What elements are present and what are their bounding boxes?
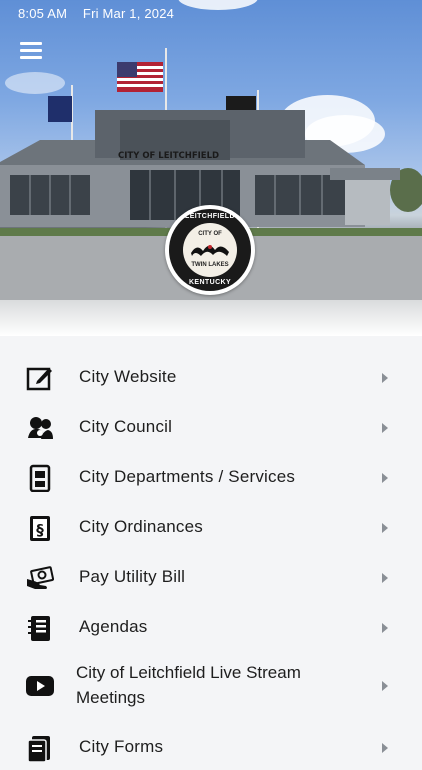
chevron-right-icon (382, 743, 388, 753)
status-time: 8:05 AM (18, 6, 68, 21)
main-menu-list: City Website City Council City Departmen… (0, 336, 422, 762)
header-photo: CITY OF LEITCHFIELD 8:05 AM Fri Mar 1, 2… (0, 0, 422, 336)
chevron-right-icon (382, 523, 388, 533)
menu-item-label-line1: City of Leitchfield Live Stream (76, 663, 301, 682)
menu-item-label: Agendas (79, 617, 148, 636)
menu-item-label: City Council (79, 417, 173, 436)
edit-icon (26, 367, 52, 391)
menu-item-label: City Forms (79, 737, 164, 756)
status-bar: 8:05 AM Fri Mar 1, 2024 (18, 6, 186, 21)
menu-item-live-stream-meetings[interactable]: City of Leitchfield Live Stream Meetings (0, 658, 422, 714)
chevron-right-icon (382, 423, 388, 433)
cloud (178, 0, 258, 10)
chevron-right-icon (382, 573, 388, 583)
menu-item-city-departments[interactable]: City Departments / Services (0, 458, 422, 498)
menu-item-city-website[interactable]: City Website (0, 358, 422, 398)
council-icon (28, 417, 53, 439)
menu-item-label-line2: Meetings (76, 688, 145, 707)
menu-item-city-forms[interactable]: City Forms (0, 730, 422, 770)
cash-icon (27, 566, 54, 589)
menu-item-label: City of Leitchfield Live Stream Meetings (76, 660, 356, 710)
seal-emblem-icon (191, 245, 229, 256)
menu-item-city-council[interactable]: City Council (0, 408, 422, 448)
chevron-right-icon (382, 681, 388, 691)
chevron-right-icon (382, 473, 388, 483)
menu-item-label: City Departments / Services (79, 467, 296, 486)
seal-inner-bottom-text: TWIN LAKES (191, 262, 229, 268)
menu-item-pay-utility-bill[interactable]: Pay Utility Bill (0, 558, 422, 598)
building-sign: CITY OF LEITCHFIELD (118, 151, 219, 161)
menu-item-agendas[interactable]: Agendas (0, 608, 422, 648)
city-seal-logo: LEITCHFIELD CITY OF TWIN LAKES KENTUCKY (165, 205, 255, 295)
state-flag (48, 96, 72, 122)
menu-item-label: City Website (79, 367, 177, 386)
us-flag (117, 62, 163, 92)
hamburger-menu-icon[interactable] (20, 42, 46, 60)
chevron-right-icon (382, 623, 388, 633)
seal-top-text: LEITCHFIELD (185, 213, 235, 220)
menu-item-label: City Ordinances (79, 517, 203, 536)
notebook-icon (28, 616, 50, 641)
menu-item-label: Pay Utility Bill (79, 567, 186, 586)
status-date: Fri Mar 1, 2024 (82, 6, 175, 21)
menu-item-city-ordinances[interactable]: § City Ordinances (0, 508, 422, 548)
youtube-icon (26, 676, 54, 696)
chevron-right-icon (382, 373, 388, 383)
svg-text:§: § (36, 521, 44, 539)
forms-icon (27, 736, 50, 762)
ordinance-icon: § (30, 516, 50, 541)
building-icon (29, 464, 51, 492)
seal-bottom-text: KENTUCKY (188, 279, 232, 286)
